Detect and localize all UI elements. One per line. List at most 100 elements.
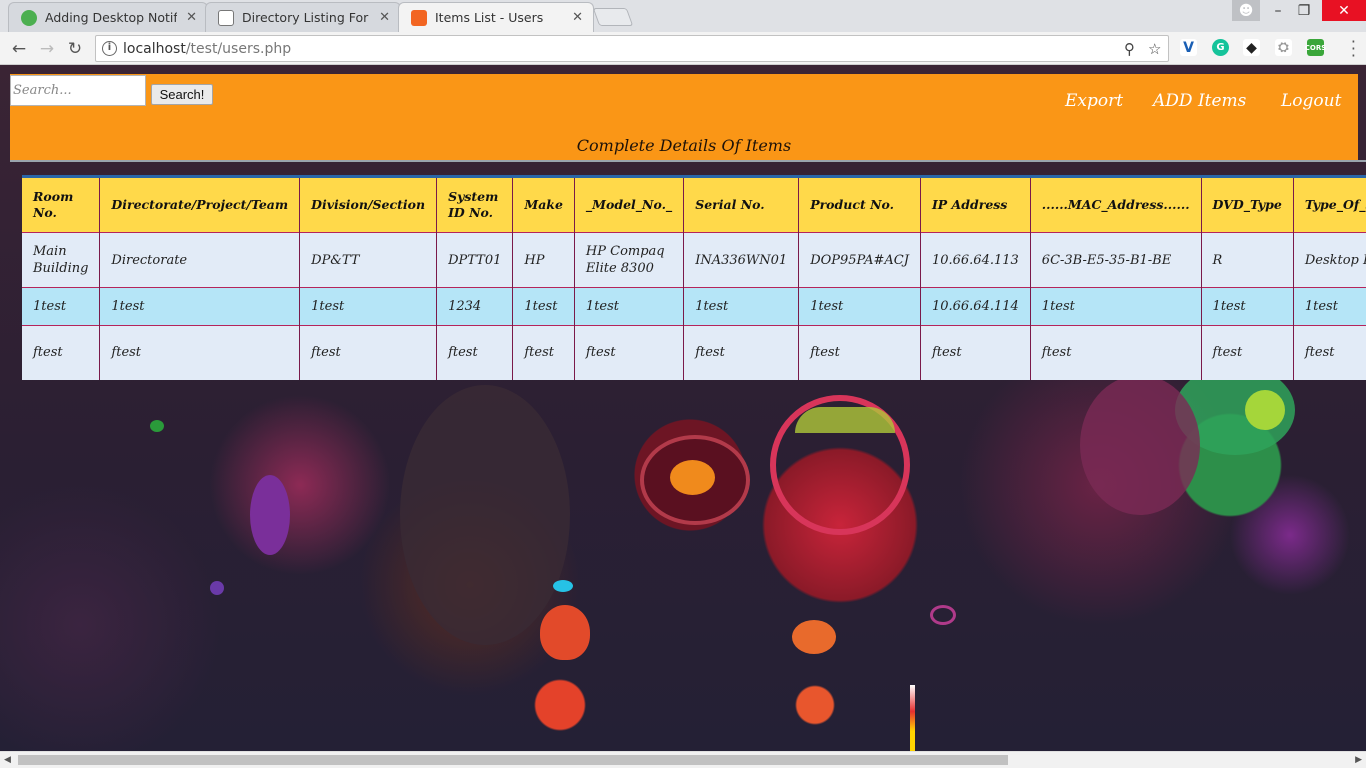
table-cell: 1test [683, 287, 800, 326]
table-cell: R [1201, 232, 1294, 288]
background-decoration [250, 475, 290, 555]
column-header-dvd-type: DVD_Type [1201, 175, 1294, 233]
column-header-directorate: Directorate/Project/Team [99, 175, 301, 233]
tab-favicon-icon [21, 10, 37, 26]
browser-menu-icon[interactable]: · · · [1351, 34, 1356, 64]
tab-items-list-users[interactable]: Items List - Users ✕ [398, 2, 594, 32]
tab-close-icon[interactable]: ✕ [379, 10, 390, 26]
grammarly-icon[interactable]: G [1212, 39, 1229, 56]
table-row: ftest ftest ftest ftest ftest ftest ftes… [22, 325, 1366, 380]
horizontal-scrollbar[interactable]: ◀ ▶ [0, 751, 1366, 768]
address-bar[interactable]: i localhost/test/users.php ⚲ ☆ [95, 35, 1169, 62]
table-cell: 1test [1293, 287, 1366, 326]
background-decoration [1080, 375, 1200, 515]
search-button[interactable]: Search! [151, 84, 213, 105]
table-cell: Main Building [22, 232, 101, 288]
table-cell: ftest [22, 325, 101, 380]
table-cell: ftest [574, 325, 685, 380]
table-cell: 1test [574, 287, 685, 326]
extension-v-icon[interactable]: V [1180, 39, 1197, 56]
table-cell: ftest [920, 325, 1031, 380]
background-decoration [553, 580, 573, 592]
search-input[interactable] [10, 75, 146, 106]
column-header-system-id: System ID No. [436, 175, 514, 233]
tab-label: Adding Desktop Notifica [45, 10, 177, 25]
reload-icon[interactable]: ↻ [64, 38, 86, 60]
table-cell: ftest [1201, 325, 1294, 380]
table-cell: 1test [798, 287, 921, 326]
background-decoration [1245, 390, 1285, 430]
page-title: Complete Details Of Items [576, 136, 792, 155]
layers-icon[interactable]: ◆ [1243, 39, 1260, 56]
background-decoration [150, 420, 164, 432]
column-header-product-no: Product No. [798, 175, 921, 233]
column-header-type-of-system: Type_Of_System [1293, 175, 1366, 233]
table-cell: ftest [1030, 325, 1202, 380]
tab-label: Items List - Users [435, 10, 544, 25]
page-viewport: Search! Export ADD Items Logout Complete… [0, 65, 1366, 751]
logout-link[interactable]: Logout [1281, 91, 1341, 111]
address-url: localhost/test/users.php [123, 41, 291, 57]
forward-arrow-icon[interactable]: → [36, 38, 58, 60]
background-decoration [910, 685, 915, 751]
tab-favicon-icon [218, 10, 234, 26]
table-cell: ftest [436, 325, 514, 380]
table-cell: ftest [299, 325, 438, 380]
column-header-ip-address: IP Address [920, 175, 1031, 233]
tab-favicon-icon [411, 10, 427, 26]
tab-close-icon[interactable]: ✕ [186, 10, 197, 26]
table-row: 1test 1test 1test 1234 1test 1test 1test… [22, 287, 1366, 326]
table-cell: ftest [683, 325, 800, 380]
table-cell: 1test [22, 287, 101, 326]
add-items-link[interactable]: ADD Items [1153, 91, 1246, 111]
table-cell: DP&TT [299, 232, 438, 288]
info-icon[interactable]: i [102, 41, 117, 56]
tab-directory-listing[interactable]: Directory Listing For [/im ✕ [205, 2, 401, 32]
table-cell: Directorate [99, 232, 301, 288]
new-tab-button[interactable] [592, 8, 634, 26]
url-path: /test/users.php [185, 41, 292, 57]
table-cell: HP [512, 232, 575, 288]
extension-island-icon[interactable]: ⛭ [1275, 39, 1292, 56]
scrollbar-thumb[interactable] [18, 755, 1008, 765]
table-cell: 6C-3B-E5-35-B1-BE [1030, 232, 1202, 288]
background-decoration [540, 605, 590, 660]
table-cell: 1test [1030, 287, 1202, 326]
tab-label: Directory Listing For [/im [242, 10, 370, 25]
tab-close-icon[interactable]: ✕ [572, 10, 583, 26]
table-cell: 1test [299, 287, 438, 326]
column-header-make: Make [512, 175, 575, 233]
column-header-serial-no: Serial No. [683, 175, 800, 233]
background-decoration [930, 605, 956, 625]
profile-icon[interactable]: ☻ [1232, 0, 1260, 21]
tab-adding-desktop-notifications[interactable]: Adding Desktop Notifica ✕ [8, 2, 208, 32]
items-table: Room No. Directorate/Project/Team Divisi… [22, 175, 1366, 380]
back-arrow-icon[interactable]: ← [8, 38, 30, 60]
header-divider [10, 160, 1366, 162]
bookmark-star-icon[interactable]: ☆ [1148, 40, 1161, 58]
table-cell: 1test [1201, 287, 1294, 326]
column-header-room-no: Room No. [22, 175, 101, 233]
column-header-mac-address: ......MAC_Address...... [1030, 175, 1202, 233]
close-window-button[interactable]: ✕ [1322, 0, 1366, 21]
minimize-button[interactable]: – [1264, 0, 1292, 21]
table-header-row: Room No. Directorate/Project/Team Divisi… [22, 175, 1366, 233]
scroll-left-arrow-icon[interactable]: ◀ [4, 755, 11, 765]
background-decoration [792, 620, 836, 654]
scroll-right-arrow-icon[interactable]: ▶ [1355, 755, 1362, 765]
column-header-model-no: _Model_No._ [574, 175, 685, 233]
browser-toolbar: ← → ↻ i localhost/test/users.php ⚲ ☆ V G… [0, 32, 1366, 65]
export-link[interactable]: Export [1065, 91, 1123, 111]
background-decoration [795, 407, 895, 433]
table-row: Main Building Directorate DP&TT DPTT01 H… [22, 232, 1366, 288]
table-cell: 10.66.64.114 [920, 287, 1031, 326]
cors-extension-icon[interactable]: CORS [1305, 39, 1326, 56]
background-decoration [210, 581, 224, 595]
table-cell: ftest [99, 325, 301, 380]
table-cell: INA336WN01 [683, 232, 800, 288]
maximize-button[interactable]: ❐ [1290, 0, 1318, 21]
table-cell: 1234 [436, 287, 514, 326]
key-icon[interactable]: ⚲ [1124, 40, 1135, 58]
table-cell: 1test [512, 287, 575, 326]
table-cell: Desktop PC [1293, 232, 1366, 288]
